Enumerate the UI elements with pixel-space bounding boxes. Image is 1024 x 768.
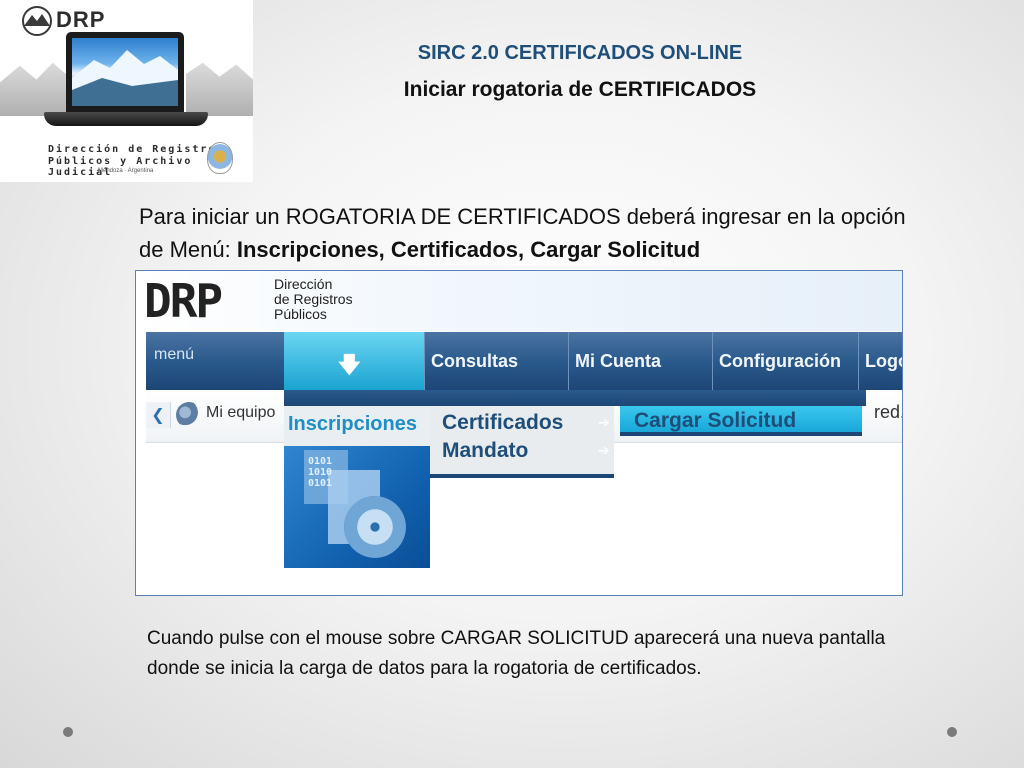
menu-item-consultas[interactable]: Consultas bbox=[424, 332, 568, 390]
mountain-photo bbox=[72, 38, 178, 106]
menu-item-logout[interactable]: Logo bbox=[858, 332, 902, 390]
submenu-item-cargar-solicitud[interactable]: Cargar Solicitud bbox=[620, 406, 862, 436]
mi-equipo-link[interactable]: Mi equipo bbox=[206, 404, 275, 422]
app-screenshot: DRP Dirección de Registros Públicos menú… bbox=[135, 270, 903, 596]
app-org-name: Dirección de Registros Públicos bbox=[274, 277, 353, 322]
org-name-line1: Dirección de Registros bbox=[48, 144, 225, 155]
slide-subtitle: Iniciar rogatoria de CERTIFICADOS bbox=[403, 78, 757, 101]
dropdown-item-mandato[interactable]: Mandato bbox=[442, 439, 528, 463]
toolbar-right-text: red. bbox=[874, 402, 903, 422]
app-org-line1: Dirección bbox=[274, 276, 333, 292]
menu-expand-tab[interactable]: 🡇 bbox=[284, 332, 424, 390]
drp-logo-text: DRP bbox=[56, 7, 106, 32]
app-org-line3: Públicos bbox=[274, 306, 327, 322]
intro-paragraph: Para iniciar un ROGATORIA DE CERTIFICADO… bbox=[139, 200, 929, 266]
dropdown-item-certificados[interactable]: Certificados bbox=[442, 411, 563, 435]
mountain-decoration bbox=[186, 62, 253, 116]
app-header bbox=[136, 271, 902, 331]
mountain-decoration bbox=[0, 62, 66, 116]
disc-icon bbox=[344, 496, 406, 558]
back-arrow-icon[interactable]: ❮ bbox=[146, 402, 171, 428]
mendoza-crest-icon bbox=[207, 142, 233, 174]
menu-label: menú bbox=[154, 346, 195, 363]
drp-logo: DRP Dirección de Registros Públicos y Ar… bbox=[0, 0, 253, 182]
org-location: Mendoza · Argentina bbox=[98, 168, 154, 174]
chevron-right-icon: ➔ bbox=[598, 415, 610, 431]
menu-item-inscripciones[interactable]: Inscripciones bbox=[284, 406, 430, 446]
slide-title: SIRC 2.0 CERTIFICADOS ON-LINE bbox=[417, 42, 743, 64]
certificates-illustration: 0101 1010 0101 bbox=[284, 446, 430, 568]
slide-bullet-dot bbox=[947, 727, 957, 737]
dropdown-top-bar bbox=[284, 390, 866, 406]
arrow-down-icon: 🡇 bbox=[338, 353, 361, 378]
team-icon bbox=[176, 402, 202, 428]
app-org-line2: de Registros bbox=[274, 291, 353, 307]
inscripciones-dropdown: Certificados ➔ Mandato ➔ bbox=[430, 406, 614, 478]
laptop-icon bbox=[66, 32, 184, 112]
slide-bullet-dot bbox=[63, 727, 73, 737]
binary-digits: 0101 1010 0101 bbox=[308, 456, 333, 489]
menu-item-mi-cuenta[interactable]: Mi Cuenta bbox=[568, 332, 712, 390]
menu-item-configuracion[interactable]: Configuración bbox=[712, 332, 858, 390]
outro-paragraph: Cuando pulse con el mouse sobre CARGAR S… bbox=[147, 628, 886, 679]
chevron-right-icon: ➔ bbox=[598, 443, 610, 459]
intro-menu-path: Inscripciones, Certificados, Cargar Soli… bbox=[236, 237, 701, 262]
app-logo: DRP bbox=[144, 274, 223, 328]
laptop-base bbox=[44, 112, 208, 126]
drp-mountain-badge-icon bbox=[20, 6, 54, 36]
